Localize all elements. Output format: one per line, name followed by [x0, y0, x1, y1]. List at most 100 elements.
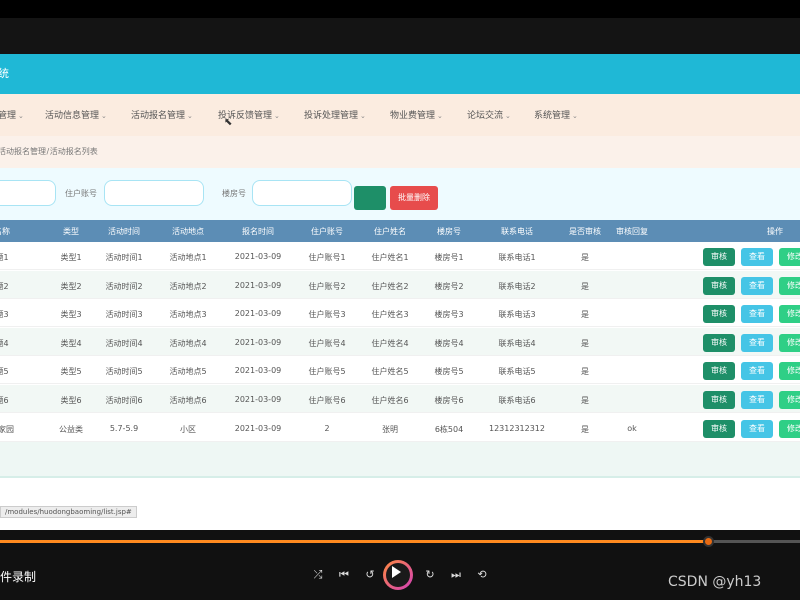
- cell-review-reply: ok: [627, 423, 637, 433]
- nav-item-activity-info[interactable]: 活动信息管理 ⌄: [45, 108, 107, 121]
- th-type[interactable]: 类型: [63, 226, 79, 237]
- view-button[interactable]: 查看: [741, 276, 773, 295]
- building-search-input[interactable]: [252, 180, 352, 206]
- search-button[interactable]: [354, 186, 386, 210]
- nav-item-complaint-handling[interactable]: 投诉处理管理 ⌄: [304, 108, 366, 121]
- previous-icon[interactable]: ⏮: [336, 568, 352, 582]
- chevron-down-icon: ⌄: [101, 112, 107, 120]
- th-reviewed[interactable]: 是否审核: [569, 226, 601, 237]
- cell-account: 住户账号5: [308, 367, 346, 377]
- review-button[interactable]: 审核: [703, 362, 735, 381]
- cell-activity-place: 小区: [180, 424, 196, 434]
- nav-item-forum[interactable]: 论坛交流 ⌄: [467, 108, 511, 121]
- table-row: 题6 类型6 活动时间6 活动地点6 2021-03-09 住户账号6 住户姓名6 楼房号6 联…: [0, 385, 800, 413]
- shuffle-icon[interactable]: ⤮: [310, 568, 326, 582]
- loop-icon[interactable]: ⟲: [474, 568, 490, 581]
- play-icon: [392, 566, 401, 578]
- edit-button[interactable]: 修改: [779, 276, 800, 295]
- review-button[interactable]: 审核: [703, 419, 735, 438]
- progress-thumb[interactable]: [703, 536, 714, 547]
- table-row: 康家园 公益类 5.7-5.9 小区 2021-03-09 2 张明 6栋504 1231231…: [0, 414, 800, 442]
- cell-building: 楼房号6: [434, 396, 464, 405]
- edit-button[interactable]: 修改: [779, 362, 800, 381]
- cell-activity-place: 活动地点5: [169, 367, 207, 377]
- th-activity-time[interactable]: 活动时间: [108, 226, 140, 237]
- th-review-reply[interactable]: 审核回复: [616, 226, 648, 237]
- view-button[interactable]: 查看: [741, 333, 773, 352]
- edit-button[interactable]: 修改: [779, 333, 800, 352]
- cell-reviewed: 是: [581, 253, 589, 262]
- edit-button[interactable]: 修改: [779, 248, 800, 266]
- nav-label: 论坛交流: [467, 111, 504, 121]
- cell-name: 题1: [0, 253, 9, 262]
- th-phone[interactable]: 联系电话: [501, 226, 533, 237]
- cell-building: 楼房号4: [434, 338, 464, 348]
- th-account[interactable]: 住户账号: [311, 226, 343, 237]
- view-button[interactable]: 查看: [741, 362, 773, 381]
- cell-signup-time: 2021-03-09: [234, 423, 282, 433]
- review-button[interactable]: 审核: [703, 248, 735, 266]
- cell-activity-time: 活动时间2: [105, 281, 143, 291]
- th-activity-place[interactable]: 活动地点: [172, 226, 204, 237]
- account-search-input[interactable]: [104, 180, 204, 206]
- footer-divider: [0, 476, 800, 478]
- cell-account: 住户账号6: [308, 396, 346, 405]
- forward-icon[interactable]: ↻: [422, 568, 438, 581]
- cell-building: 楼房号2: [434, 281, 464, 291]
- cell-building: 楼房号1: [434, 253, 464, 262]
- cell-reviewed: 是: [581, 310, 589, 320]
- mouse-cursor-icon: ⬉: [224, 117, 233, 128]
- cell-type: 类型4: [60, 338, 82, 348]
- cell-resident-name: 住户姓名2: [371, 281, 409, 291]
- nav-item-property-fee[interactable]: 物业费管理 ⌄: [390, 108, 443, 121]
- progress-fill: [0, 540, 708, 543]
- th-building[interactable]: 楼房号: [437, 226, 461, 237]
- breadcrumb-parent[interactable]: 活动报名管理: [0, 147, 46, 156]
- breadcrumb-current: 活动报名列表: [49, 147, 98, 156]
- batch-delete-button[interactable]: 批量删除: [390, 186, 438, 210]
- th-resident-name[interactable]: 住户姓名: [374, 226, 406, 237]
- play-button[interactable]: [383, 560, 413, 590]
- chevron-down-icon: ⌄: [274, 112, 280, 120]
- cell-reviewed: 是: [581, 367, 589, 377]
- review-button[interactable]: 审核: [703, 391, 735, 409]
- cell-name: 题2: [0, 281, 9, 291]
- th-name[interactable]: 名称: [0, 226, 10, 237]
- edit-button[interactable]: 修改: [779, 419, 800, 438]
- cell-account: 住户账号1: [308, 253, 346, 262]
- chevron-down-icon: ⌄: [572, 112, 578, 120]
- cell-phone: 联系电话5: [498, 367, 536, 377]
- th-actions: 操作: [767, 227, 783, 236]
- edit-button[interactable]: 修改: [779, 305, 800, 324]
- next-icon[interactable]: ⏭: [448, 568, 464, 582]
- view-button[interactable]: 查看: [741, 391, 773, 409]
- chevron-down-icon: ⌄: [505, 112, 511, 120]
- chevron-down-icon: ⌄: [187, 112, 193, 120]
- nav-item-system[interactable]: 系统管理 ⌄: [534, 108, 578, 121]
- cell-account: 2: [324, 423, 330, 433]
- cell-building: 楼房号5: [434, 367, 464, 377]
- cell-signup-time: 2021-03-09: [234, 395, 282, 404]
- view-button[interactable]: 查看: [741, 419, 773, 438]
- rewind-icon[interactable]: ↺: [362, 568, 378, 581]
- chevron-down-icon: ⌄: [437, 112, 443, 120]
- status-url: /modules/huodongbaoming/list.jsp#: [0, 506, 137, 518]
- view-button[interactable]: 查看: [741, 305, 773, 324]
- cell-building: 6栋504: [434, 424, 464, 434]
- nav-label: 系统管理: [534, 111, 571, 121]
- nav-item-activity-signup[interactable]: 活动报名管理 ⌄: [131, 108, 193, 121]
- main-nav: 管理 ⌄ 活动信息管理 ⌄ 活动报名管理 ⌄ 投诉反馈管理 ⌄ 投诉处理管理 ⌄ 物业费管…: [0, 94, 800, 136]
- nav-item-management[interactable]: 管理 ⌄: [0, 108, 24, 121]
- breadcrumb: 活动报名管理 / 活动报名列表: [0, 136, 800, 168]
- view-button[interactable]: 查看: [741, 248, 773, 266]
- cell-reviewed: 是: [581, 396, 589, 405]
- cell-resident-name: 住户姓名5: [371, 367, 409, 377]
- review-button[interactable]: 审核: [703, 333, 735, 352]
- name-search-input[interactable]: [0, 180, 56, 206]
- review-button[interactable]: 审核: [703, 276, 735, 295]
- cell-signup-time: 2021-03-09: [234, 280, 282, 290]
- edit-button[interactable]: 修改: [779, 391, 800, 409]
- review-button[interactable]: 审核: [703, 305, 735, 324]
- th-signup-time[interactable]: 报名时间: [242, 226, 274, 237]
- cell-name: 题6: [0, 396, 9, 405]
